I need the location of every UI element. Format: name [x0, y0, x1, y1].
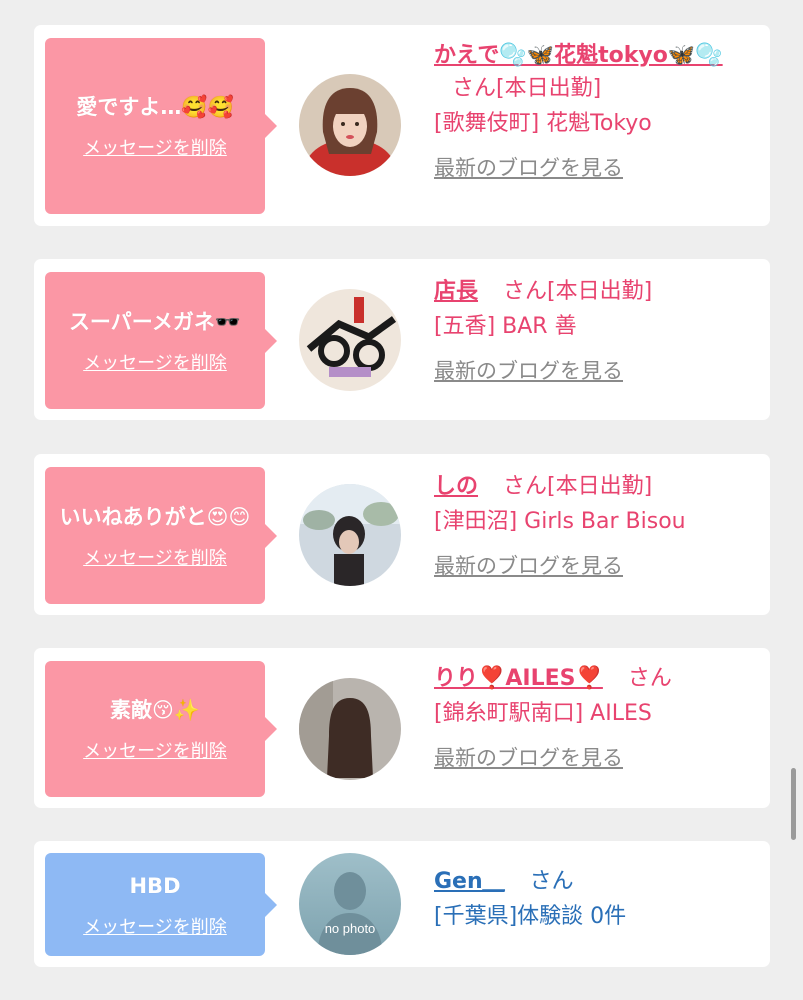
message-text: いいねありがと😍😊	[59, 504, 251, 529]
name-line: しの さん[本日出勤]	[434, 470, 764, 503]
shop-info: [錦糸町駅南口] AILES	[434, 701, 652, 726]
message-bubble: いいねありがと😍😊 メッセージを削除	[45, 467, 277, 604]
shop-info: [歌舞伎町] 花魁Tokyo	[434, 111, 652, 136]
profile-info: りり❣️AILES❣️ さん [錦糸町駅南口] AILES 最新のブログを見る	[434, 662, 764, 773]
avatar[interactable]	[299, 289, 401, 391]
message-text: 愛ですよ…🥰🥰	[76, 95, 234, 119]
profile-name-link[interactable]: 店長	[434, 279, 478, 304]
shop-info: [千葉県]体験談 0件	[434, 904, 627, 929]
message-card: 愛ですよ…🥰🥰 メッセージを削除 かえで🫧🦋花魁tokyo🦋🫧 さん[本日出勤]…	[34, 25, 770, 226]
message-card: 素敵😚✨ メッセージを削除 りり❣️AILES❣️ さん [錦糸町駅南口] AI…	[34, 648, 770, 808]
name-line: 店長 さん[本日出勤]	[434, 275, 764, 308]
profile-info: 店長 さん[本日出勤] [五香] BAR 善 最新のブログを見る	[434, 275, 764, 386]
message-text: スーパーメガネ🕶️	[68, 309, 242, 334]
work-status: [本日出勤]	[496, 76, 602, 101]
blog-link[interactable]: 最新のブログを見る	[434, 743, 764, 773]
message-bubble: 素敵😚✨ メッセージを削除	[45, 661, 277, 797]
work-status: [本日出勤]	[547, 474, 653, 499]
blog-link[interactable]: 最新のブログを見る	[434, 551, 764, 581]
shop-info: [五香] BAR 善	[434, 314, 577, 339]
shop-info: [津田沼] Girls Bar Bisou	[434, 509, 686, 534]
message-card: いいねありがと😍😊 メッセージを削除 しの さん[本日出勤] [津田沼] Gir…	[34, 454, 770, 615]
delete-message-link[interactable]: メッセージを削除	[83, 134, 227, 160]
message-bubble: スーパーメガネ🕶️ メッセージを削除	[45, 272, 277, 409]
avatar[interactable]: no photo	[299, 853, 401, 955]
name-line: りり❣️AILES❣️ さん	[434, 662, 764, 695]
honorific: さん	[503, 279, 548, 304]
profile-name-link[interactable]: りり❣️AILES❣️	[434, 666, 603, 691]
profile-name-link[interactable]: かえで🫧🦋花魁tokyo🦋🫧	[434, 43, 723, 68]
work-status: [本日出勤]	[547, 279, 653, 304]
profile-info: Gen＿ さん [千葉県]体験談 0件	[434, 865, 764, 934]
honorific: さん	[452, 76, 497, 101]
message-text: 素敵😚✨	[109, 698, 201, 722]
avatar[interactable]	[299, 484, 401, 586]
message-bubble: 愛ですよ…🥰🥰 メッセージを削除	[45, 38, 277, 214]
message-bubble: HBD メッセージを削除	[45, 853, 277, 956]
delete-message-link[interactable]: メッセージを削除	[83, 913, 227, 939]
profile-info: しの さん[本日出勤] [津田沼] Girls Bar Bisou 最新のブログ…	[434, 470, 764, 581]
blog-link[interactable]: 最新のブログを見る	[434, 356, 764, 386]
delete-message-link[interactable]: メッセージを削除	[83, 737, 227, 763]
delete-message-link[interactable]: メッセージを削除	[83, 544, 227, 570]
message-card: HBD メッセージを削除 no photo Gen＿ さん [千葉県]体験談 0…	[34, 841, 770, 967]
honorific: さん	[627, 666, 672, 691]
avatar[interactable]	[299, 74, 401, 176]
profile-info: かえで🫧🦋花魁tokyo🦋🫧 さん[本日出勤] [歌舞伎町] 花魁Tokyo 最…	[434, 39, 764, 183]
honorific: さん	[503, 474, 548, 499]
delete-message-link[interactable]: メッセージを削除	[83, 349, 227, 375]
message-card: スーパーメガネ🕶️ メッセージを削除 店長 さん[本日出勤] [五香] BAR …	[34, 259, 770, 420]
message-text: HBD	[129, 873, 181, 898]
avatar[interactable]	[299, 678, 401, 780]
no-photo-label: no photo	[325, 921, 376, 936]
scrollbar[interactable]	[791, 768, 796, 840]
profile-name-link[interactable]: Gen＿	[434, 869, 505, 894]
blog-link[interactable]: 最新のブログを見る	[434, 153, 764, 183]
profile-name-link[interactable]: しの	[434, 474, 478, 499]
name-line: かえで🫧🦋花魁tokyo🦋🫧 さん[本日出勤]	[434, 39, 764, 105]
honorific: さん	[529, 869, 574, 894]
name-line: Gen＿ さん	[434, 865, 764, 898]
